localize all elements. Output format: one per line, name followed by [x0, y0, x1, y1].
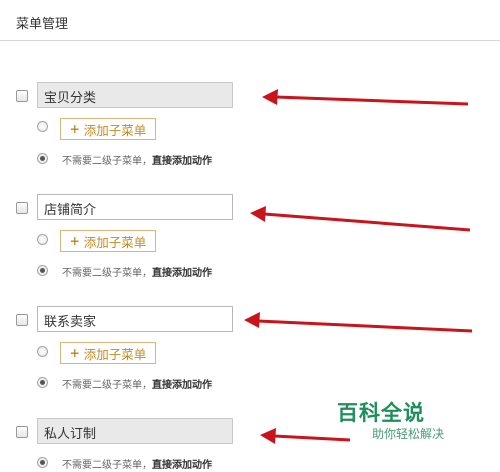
red-arrow-icon [250, 206, 471, 232]
watermark-subtitle: 助你轻松解决 [372, 427, 445, 441]
red-arrow-icon [260, 428, 351, 444]
watermark-title: 百科全说 [337, 401, 425, 425]
red-arrow-icon [244, 312, 473, 333]
red-arrow-icon [262, 89, 469, 106]
annotation-arrows [244, 89, 473, 444]
